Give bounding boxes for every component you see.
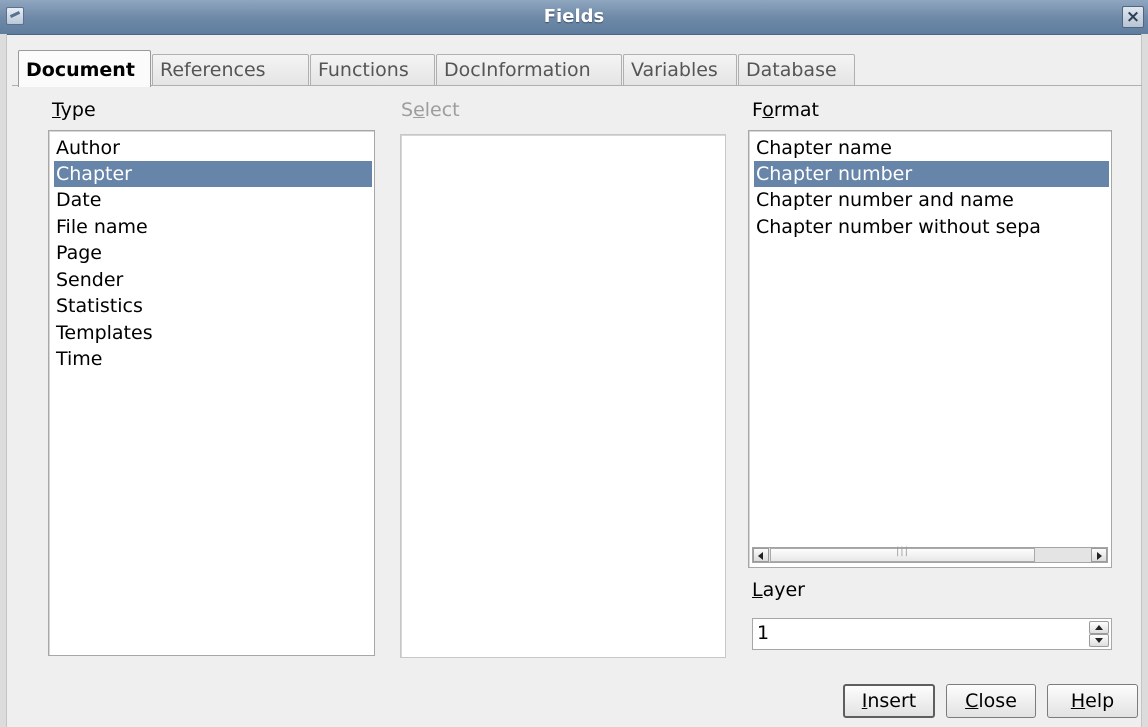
scroll-right-arrow-icon[interactable] [1091,548,1107,562]
select-listbox [400,134,726,658]
tab-docinformation[interactable]: DocInformation [436,54,622,86]
type-label: Type [52,99,96,121]
format-item-chapter-number-and-name[interactable]: Chapter number and name [754,187,1109,213]
layer-spinbox[interactable]: 1 [752,618,1112,650]
window-frame-right [1141,34,1148,727]
format-item-chapter-number[interactable]: Chapter number [754,161,1109,187]
type-item-author[interactable]: Author [54,135,372,161]
title-bar[interactable]: Fields × [0,0,1148,35]
tab-functions[interactable]: Functions [310,54,435,86]
fields-dialog: Fields × Document References Functions D… [0,0,1148,727]
scroll-left-arrow-icon[interactable] [753,548,769,562]
tab-database[interactable]: Database [738,54,855,86]
spin-buttons [1089,621,1109,647]
type-item-page[interactable]: Page [54,240,372,266]
type-item-sender[interactable]: Sender [54,267,372,293]
type-item-statistics[interactable]: Statistics [54,293,372,319]
scrollbar-thumb[interactable] [770,546,1035,562]
format-label: Format [752,99,819,121]
layer-label: Layer [752,579,805,601]
format-item-chapter-number-without-separator[interactable]: Chapter number without sepa [754,214,1109,240]
close-button[interactable]: Close [946,684,1036,718]
insert-button[interactable]: Insert [843,684,935,718]
spin-down-arrow-icon[interactable] [1089,634,1109,647]
format-item-chapter-name[interactable]: Chapter name [754,135,1109,161]
window-frame-left [0,34,7,727]
type-listbox[interactable]: Author Chapter Date File name Page Sende… [48,130,375,656]
format-listbox[interactable]: Chapter name Chapter number Chapter numb… [748,130,1112,568]
type-item-templates[interactable]: Templates [54,320,372,346]
window-close-button[interactable]: × [1122,6,1144,28]
type-item-file-name[interactable]: File name [54,214,372,240]
spin-up-arrow-icon[interactable] [1089,621,1109,634]
type-item-chapter[interactable]: Chapter [54,161,372,187]
window-title: Fields [543,6,605,27]
select-label: Select [401,99,460,121]
help-button[interactable]: Help [1047,684,1138,718]
type-item-date[interactable]: Date [54,187,372,213]
tab-variables[interactable]: Variables [623,54,737,86]
tab-document[interactable]: Document [18,50,151,87]
tab-references[interactable]: References [152,54,309,86]
format-horizontal-scrollbar[interactable] [752,546,1108,563]
layer-value[interactable]: 1 [757,622,769,644]
type-item-time[interactable]: Time [54,346,372,372]
